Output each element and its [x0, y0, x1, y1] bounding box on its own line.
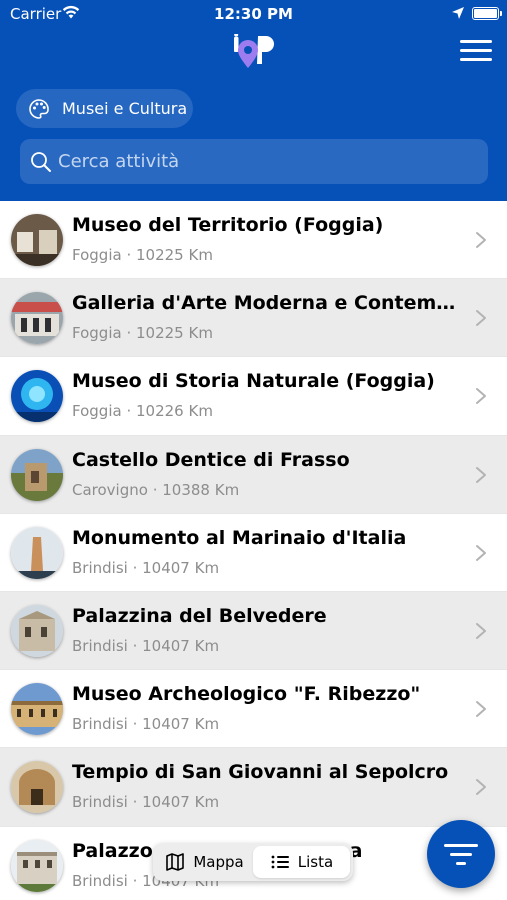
meta-separator: ·	[121, 324, 136, 343]
list-item[interactable]: Palazzina del Belvedere Brindisi · 10407 …	[0, 591, 507, 671]
item-city: Carovigno	[72, 480, 148, 499]
item-meta: Carovigno · 10388 Km	[72, 481, 239, 499]
chevron-right-icon	[476, 622, 486, 639]
chevron-right-icon	[476, 388, 486, 405]
list-item[interactable]: Castello Dentice di Frasso Carovigno · 10…	[0, 435, 507, 514]
status-bar: Carrier 12:30 PM	[0, 0, 507, 28]
item-thumbnail	[11, 292, 63, 345]
item-distance: 10225 Km	[136, 324, 213, 343]
chevron-right-icon	[476, 701, 486, 718]
category-chip-label: Musei e Cultura	[62, 99, 188, 118]
item-title: Tempio di San Giovanni al Sepolcro	[72, 761, 449, 784]
item-distance: 10407 Km	[142, 558, 220, 577]
item-thumbnail	[11, 604, 63, 657]
location-arrow-icon	[452, 7, 464, 19]
chevron-right-icon	[476, 544, 486, 561]
list-item[interactable]: Monumento al Marinaio d'Italia Brindisi ·…	[0, 514, 507, 592]
meta-separator: ·	[127, 636, 143, 655]
item-title: Palazzina del Belvedere	[72, 604, 327, 627]
list-view-label: Lista	[297, 853, 334, 871]
item-title: Monumento al Marinaio d'Italia	[72, 526, 407, 549]
map-icon	[166, 853, 185, 871]
meta-separator: ·	[121, 246, 136, 264]
item-city: Brindisi	[72, 793, 128, 812]
map-view-button[interactable]: Mappa	[156, 846, 253, 878]
item-distance: 10226 Km	[136, 402, 213, 421]
item-title: Castello Dentice di Frasso	[72, 448, 350, 471]
meta-separator: ·	[127, 558, 143, 577]
activity-list: Museo del Territorio (Foggia) Foggia · 10…	[0, 201, 507, 900]
meta-separator: ·	[127, 715, 143, 734]
item-city: Brindisi	[72, 715, 128, 734]
list-item[interactable]: Museo Archeologico "F. Ribezzo" Brindisi …	[0, 670, 507, 749]
category-chip[interactable]: Musei e Cultura	[16, 89, 193, 128]
item-title: Galleria d'Arte Moderna e Contempor…	[72, 292, 462, 315]
map-view-label: Mappa	[193, 853, 244, 871]
item-thumbnail	[11, 683, 63, 736]
item-thumbnail	[11, 839, 63, 892]
list-item[interactable]: Galleria d'Arte Moderna e Contempor… Fogg…	[0, 279, 507, 358]
item-city: Foggia	[72, 246, 122, 264]
item-distance: 10388 Km	[162, 480, 240, 499]
palette-icon	[29, 98, 49, 119]
item-city: Foggia	[72, 402, 122, 421]
item-thumbnail	[11, 214, 63, 266]
battery-icon	[472, 7, 502, 20]
item-thumbnail	[11, 448, 63, 501]
item-meta: Brindisi · 10407 Km	[72, 793, 219, 811]
chevron-right-icon	[476, 310, 486, 327]
iop-logo-icon	[234, 34, 274, 68]
list-item[interactable]: Museo di Storia Naturale (Foggia) Foggia …	[0, 357, 507, 436]
item-title: Museo Archeologico "F. Ribezzo"	[72, 683, 421, 706]
item-city: Foggia	[72, 324, 122, 343]
app-header: Carrier 12:30 PM Musei e Cultura	[0, 0, 507, 201]
clock: 12:30 PM	[214, 5, 293, 23]
item-city: Brindisi	[72, 558, 128, 577]
search-input[interactable]	[58, 151, 458, 172]
filter-icon	[444, 844, 478, 865]
list-view-button[interactable]: Lista	[253, 846, 350, 878]
chevron-right-icon	[476, 466, 486, 483]
item-meta: Brindisi · 10407 Km	[72, 559, 219, 577]
item-meta: Foggia · 10226 Km	[72, 402, 213, 420]
meta-separator: ·	[147, 480, 163, 499]
item-thumbnail	[11, 526, 63, 579]
item-distance: 10407 Km	[142, 793, 220, 812]
item-city: Brindisi	[72, 871, 128, 890]
item-meta: Brindisi · 10407 Km	[72, 715, 219, 733]
meta-separator: ·	[127, 871, 143, 890]
search-bar[interactable]	[20, 139, 488, 184]
chevron-right-icon	[476, 779, 486, 796]
item-thumbnail	[11, 761, 63, 814]
item-distance: 10225 Km	[136, 246, 213, 264]
item-meta: Brindisi · 10407 Km	[72, 637, 219, 655]
search-icon	[31, 151, 51, 172]
item-meta: Foggia · 10225 Km	[72, 324, 213, 342]
view-toggle: Mappa Lista	[153, 843, 353, 881]
list-item[interactable]: Tempio di San Giovanni al Sepolcro Brindi…	[0, 748, 507, 827]
item-distance: 10407 Km	[142, 715, 220, 734]
item-meta: Foggia · 10225 Km	[72, 246, 213, 264]
item-title: Museo del Territorio (Foggia)	[72, 214, 384, 236]
list-item[interactable]: Museo del Territorio (Foggia) Foggia · 10…	[0, 201, 507, 280]
item-thumbnail	[11, 370, 63, 423]
item-title: Museo di Storia Naturale (Foggia)	[72, 370, 435, 393]
list-icon	[271, 855, 289, 869]
filter-button[interactable]	[427, 820, 495, 888]
chevron-right-icon	[476, 232, 486, 248]
meta-separator: ·	[121, 402, 136, 421]
item-city: Brindisi	[72, 636, 128, 655]
menu-button[interactable]	[460, 40, 492, 66]
item-distance: 10407 Km	[142, 636, 220, 655]
meta-separator: ·	[127, 793, 143, 812]
